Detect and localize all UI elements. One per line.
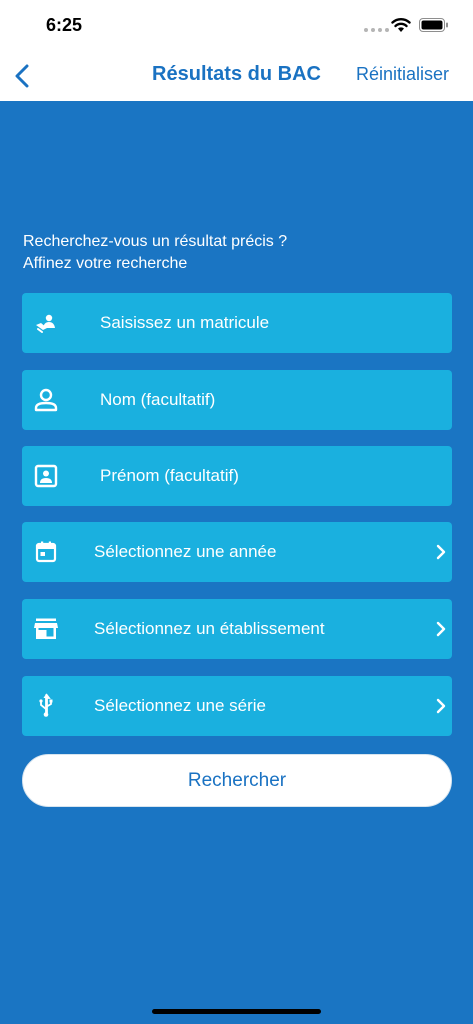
calendar-icon — [32, 538, 60, 566]
search-prompt: Recherchez-vous un résultat précis ? Aff… — [23, 231, 443, 275]
nom-placeholder: Nom (facultatif) — [100, 390, 216, 409]
id-badge-icon — [32, 309, 60, 337]
usb-icon — [32, 692, 60, 720]
battery-icon — [419, 18, 448, 32]
signal-icon — [364, 28, 389, 32]
matricule-placeholder: Saisissez un matricule — [100, 313, 270, 332]
contact-card-icon — [32, 462, 60, 490]
chevron-right-icon — [436, 544, 446, 560]
top-header: 6:25 Résultats du BAC Réinitialiser — [0, 0, 473, 101]
person-icon — [32, 386, 60, 414]
status-time: 6:25 — [46, 15, 83, 35]
prompt-line-2: Affinez votre recherche — [23, 255, 188, 272]
back-button[interactable] — [10, 61, 34, 91]
search-button[interactable]: Rechercher — [22, 754, 452, 807]
storefront-icon — [32, 615, 60, 643]
prompt-line-1: Recherchez-vous un résultat précis ? — [23, 233, 288, 250]
reset-button[interactable]: Réinitialiser — [356, 64, 449, 85]
nom-input[interactable]: Nom (facultatif) — [22, 370, 452, 430]
chevron-right-icon — [436, 621, 446, 637]
serie-select[interactable]: Sélectionnez une série — [22, 676, 452, 736]
annee-label: Sélectionnez une année — [94, 542, 277, 561]
etablissement-select[interactable]: Sélectionnez un établissement — [22, 599, 452, 659]
matricule-input[interactable]: Saisissez un matricule — [22, 293, 452, 353]
prenom-input[interactable]: Prénom (facultatif) — [22, 446, 452, 506]
chevron-left-icon — [15, 64, 29, 88]
home-indicator — [152, 1009, 321, 1014]
wifi-icon — [391, 18, 411, 32]
annee-select[interactable]: Sélectionnez une année — [22, 522, 452, 582]
prenom-placeholder: Prénom (facultatif) — [100, 466, 239, 485]
chevron-right-icon — [436, 698, 446, 714]
etablissement-label: Sélectionnez un établissement — [94, 619, 325, 638]
serie-label: Sélectionnez une série — [94, 696, 267, 715]
